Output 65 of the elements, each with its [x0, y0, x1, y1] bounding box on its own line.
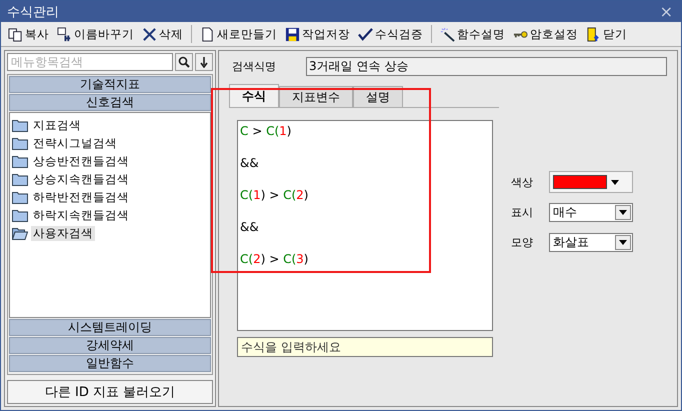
new-button[interactable]: 새로만들기	[197, 23, 280, 45]
search-icon	[178, 56, 190, 68]
caret-icon	[615, 234, 631, 250]
search-field[interactable]: 메뉴항목검색	[7, 53, 173, 71]
option-label: 표시	[511, 204, 534, 220]
magic-wand-icon	[440, 26, 455, 42]
copy-icon	[8, 26, 23, 42]
down-arrow-icon	[200, 56, 208, 68]
tab[interactable]: 수식	[229, 84, 279, 107]
folder-item[interactable]: 상승지속캔들검색	[12, 170, 134, 188]
dropdown-value: 매수	[553, 204, 577, 220]
formula-line: &&	[240, 156, 260, 172]
open-folder-icon	[12, 226, 28, 240]
color-picker[interactable]	[549, 171, 633, 193]
load-button[interactable]: 다른 ID 지표 불러오기	[7, 380, 213, 404]
category-header[interactable]: 일반함수	[9, 355, 211, 372]
field-label: 검색식명	[231, 59, 277, 74]
search-button[interactable]	[175, 53, 193, 71]
option-label: 모양	[511, 234, 534, 250]
name-field[interactable]: 3거래일 연속 상승	[306, 57, 667, 76]
save-button[interactable]: 작업저장	[282, 23, 353, 45]
checkmark-icon	[358, 26, 373, 42]
formula-input[interactable]: 수식을 입력하세요	[237, 337, 493, 357]
folder-item[interactable]: 지표검색	[12, 116, 86, 134]
window-title: 수식관리	[7, 4, 59, 20]
category-header[interactable]: 강세약세	[9, 337, 211, 354]
tab[interactable]: 설명	[353, 86, 403, 107]
close-button[interactable]: ×	[658, 2, 675, 21]
folder-icon	[12, 118, 28, 132]
door-exit-icon	[586, 26, 601, 42]
download-button[interactable]	[195, 53, 213, 71]
folder-icon	[12, 208, 28, 222]
formula-editor[interactable]: C > C(1) && C(1) > C(2) && C(2) > C(3)	[237, 120, 493, 331]
verify-button[interactable]: 수식검증	[355, 23, 426, 45]
close-button[interactable]: 닫기	[583, 23, 630, 45]
formula-line: &&	[240, 220, 260, 236]
category-header[interactable]: 신호검색	[9, 94, 211, 111]
copy-button[interactable]: 복사	[5, 23, 52, 45]
folder-icon	[12, 172, 28, 186]
option-label: 색상	[511, 174, 534, 190]
rename-icon	[57, 26, 72, 42]
help-button[interactable]: 함수설명	[437, 23, 508, 45]
category-header[interactable]: 시스템트레이딩	[9, 319, 211, 336]
folder-icon	[12, 190, 28, 204]
rename-button[interactable]: 이름바꾸기	[54, 23, 137, 45]
folder-item[interactable]: 전략시그널검색	[12, 134, 122, 152]
password-button[interactable]: 암호설정	[510, 23, 581, 45]
dropdown[interactable]: 화살표	[549, 232, 633, 252]
folder-icon	[12, 136, 28, 150]
formula-line: C > C(1)	[240, 124, 292, 140]
formula-line: C(2) > C(3)	[240, 252, 310, 268]
document-icon	[200, 26, 215, 42]
folder-item[interactable]: 하락반전캔들검색	[12, 188, 134, 206]
folder-icon	[12, 154, 28, 168]
tab[interactable]: 지표변수	[279, 86, 353, 107]
caret-icon	[611, 180, 619, 184]
category-header[interactable]: 기술적지표	[9, 76, 211, 93]
dropdown-value: 화살표	[553, 234, 589, 250]
caret-icon	[615, 204, 631, 220]
formula-line: C(1) > C(2)	[240, 188, 310, 204]
folder-item[interactable]: 상승반전캔들검색	[12, 152, 134, 170]
delete-button[interactable]: 삭제	[139, 23, 186, 45]
x-icon	[142, 26, 157, 42]
dropdown[interactable]: 매수	[549, 202, 633, 222]
folder-item[interactable]: 하락지속캔들검색	[12, 206, 134, 224]
